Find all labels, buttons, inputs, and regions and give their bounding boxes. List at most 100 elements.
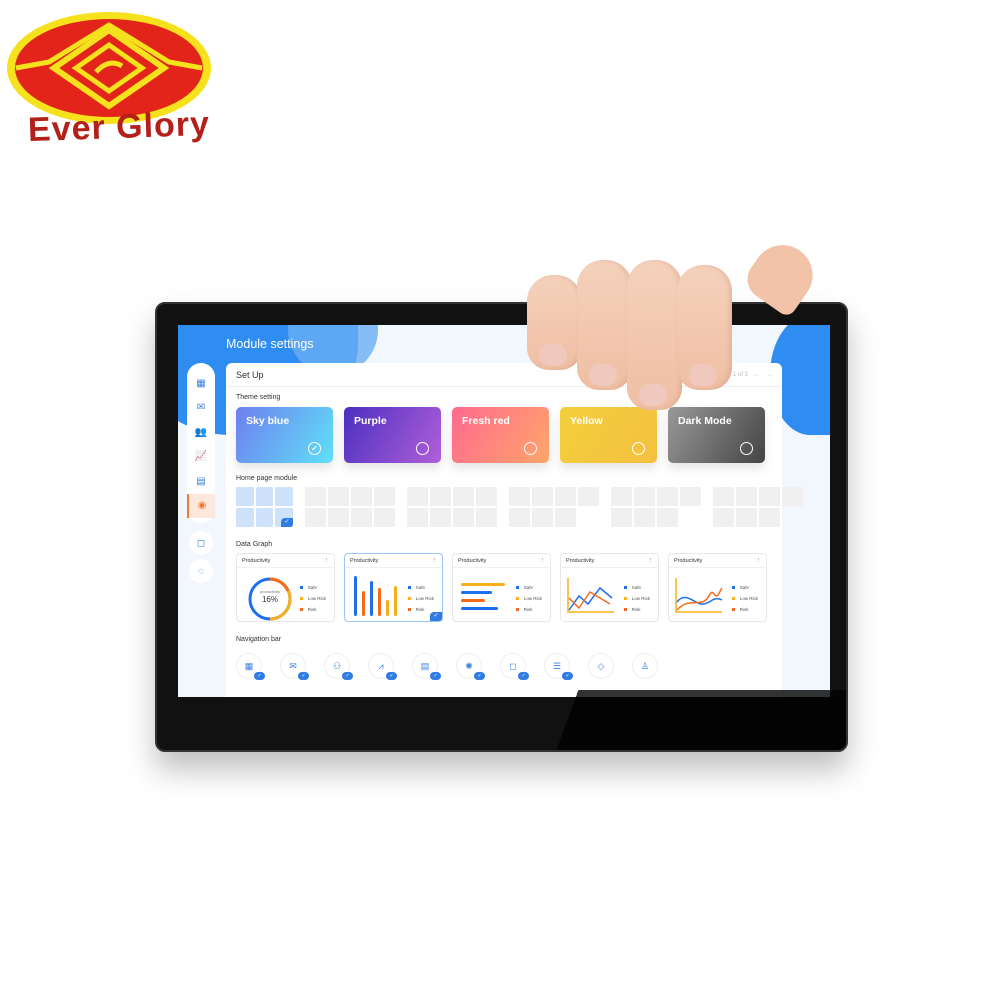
theme-card[interactable]: Purple [344, 407, 441, 463]
calendar-icon: ▤ [420, 660, 430, 671]
chat-icon: ◌ [198, 565, 204, 577]
sidebar-item-chat[interactable]: ◌ [189, 559, 213, 583]
sidebar-item-users[interactable]: 👥 [187, 420, 215, 445]
check-icon: ✓ [386, 672, 397, 680]
chart-icon: ⩘ [378, 660, 384, 671]
nav-option-dashboard[interactable]: ▦ ✓ [236, 653, 265, 680]
check-icon: ✓ [562, 672, 573, 680]
bar [378, 588, 381, 616]
more-icon[interactable]: ⋮ [648, 558, 654, 564]
nav-option-users[interactable]: ⚇ ✓ [324, 653, 353, 680]
settings-icon: ✺ [465, 660, 473, 671]
section-graph: Data Graph [236, 541, 273, 548]
graph-title: Productivity [674, 558, 703, 564]
note-icon: ◻ [196, 537, 206, 549]
more-icon[interactable]: ⋮ [540, 558, 546, 564]
legend-item: Risk [515, 604, 542, 615]
check-icon: ✓ [298, 672, 309, 680]
sidebar-item-note[interactable]: ◻ [189, 531, 213, 555]
nav-option-note[interactable]: ◻ ✓ [500, 653, 529, 680]
logo-text: Ever Glory [27, 104, 211, 150]
legend-item: Risk [623, 604, 650, 615]
section-nav: Navigation bar [236, 636, 282, 643]
theme-label: Dark Mode [678, 415, 732, 427]
dashboard-icon: ▦ [196, 377, 206, 389]
legend-item: Low Risk [731, 593, 758, 604]
more-icon[interactable]: ⋮ [324, 558, 330, 564]
sidebar-item-dashboard[interactable]: ▦ [187, 371, 215, 396]
graph-card-donut[interactable]: Productivity ⋮ productivity 16% Safe Low Risk… [236, 553, 335, 622]
section-home: Home page module [236, 475, 298, 482]
legend-item: Safe [623, 582, 650, 593]
legend-item: Safe [407, 582, 434, 593]
settings-icon: ◉ [197, 500, 207, 512]
more-icon[interactable]: ⋮ [756, 558, 762, 564]
sidebar-item-mail[interactable]: ✉ [187, 396, 215, 421]
arrow-right-icon[interactable]: → [766, 372, 772, 378]
check-icon: ✓ [518, 672, 529, 680]
legend-item: Low Risk [515, 593, 542, 604]
check-icon: ✓ [281, 518, 293, 527]
note-icon: ◻ [509, 660, 517, 671]
mail-icon: ✉ [196, 402, 206, 414]
layout-option[interactable] [305, 487, 395, 527]
chat-icon: ☰ [552, 660, 562, 671]
legend-item: Low Risk [623, 593, 650, 604]
graph-card-bars[interactable]: Productivity ⋮ Safe Low Risk Risk ✓ [344, 553, 443, 622]
theme-card[interactable]: Sky blue ✓ [236, 407, 333, 463]
sidebar: ▦ ✉ 👥 📈 ▤ ◉ [187, 363, 215, 523]
bar [370, 581, 373, 616]
nav-option-user[interactable]: ♙ [632, 653, 658, 679]
theme-label: Yellow [570, 415, 603, 427]
graph-title: Productivity [242, 558, 271, 564]
legend-item: Risk [731, 604, 758, 615]
sidebar-item-calendar[interactable]: ▤ [187, 469, 215, 494]
layout-option[interactable] [407, 487, 497, 527]
dashboard-icon: ▦ [244, 660, 254, 671]
radio-icon[interactable] [416, 442, 429, 455]
nav-option-tag[interactable]: ◇ [588, 653, 614, 679]
nav-option-settings[interactable]: ✺ ✓ [456, 653, 485, 680]
sidebar-item-chart[interactable]: 📈 [187, 445, 215, 470]
nav-option-chart[interactable]: ⩘ ✓ [368, 653, 397, 680]
theme-card[interactable]: Yellow [560, 407, 657, 463]
radio-icon[interactable] [632, 442, 645, 455]
radio-icon[interactable] [740, 442, 753, 455]
donut-value: 16% [261, 595, 278, 604]
layout-option[interactable]: ✓ [236, 487, 293, 527]
layout-option[interactable] [713, 487, 803, 527]
graph-card-line[interactable]: Productivity ⋮ Safe Low Risk Risk [560, 553, 659, 622]
setup-panel: Set Up 1 of 3 ← → Theme setting Sky blue ✓ P… [226, 363, 803, 697]
legend-item: Safe [515, 582, 542, 593]
radio-icon[interactable] [524, 442, 537, 455]
check-icon: ✓ [474, 672, 485, 680]
theme-label: Sky blue [246, 415, 290, 427]
layout-option[interactable] [509, 487, 599, 527]
more-icon[interactable]: ⋮ [432, 558, 438, 564]
arrow-left-icon[interactable]: ← [754, 372, 760, 378]
graph-title: Productivity [350, 558, 379, 564]
theme-card[interactable]: Fresh red [452, 407, 549, 463]
nav-option-chat[interactable]: ☰ ✓ [544, 653, 573, 680]
check-icon: ✓ [254, 672, 265, 680]
graph-card-curve[interactable]: Productivity ⋮ Safe Low Risk Risk [668, 553, 767, 622]
graph-title: Productivity [566, 558, 595, 564]
tag-icon: ◇ [597, 660, 605, 671]
page-title: Module settings [226, 337, 314, 351]
bar [386, 600, 389, 616]
layout-option[interactable] [611, 487, 701, 527]
theme-card[interactable]: Dark Mode [668, 407, 765, 463]
bar [394, 586, 397, 616]
check-circle-icon[interactable]: ✓ [308, 442, 321, 455]
chart-icon: 📈 [194, 451, 208, 463]
calendar-icon: ▤ [196, 475, 206, 487]
graph-title: Productivity [458, 558, 487, 564]
sidebar-item-settings[interactable]: ◉ [187, 493, 215, 518]
nav-option-calendar[interactable]: ▤ ✓ [412, 653, 441, 680]
theme-label: Fresh red [462, 415, 510, 427]
theme-label: Purple [354, 415, 387, 427]
nav-option-mail[interactable]: ✉ ✓ [280, 653, 309, 680]
graph-card-hbars[interactable]: Productivity ⋮ Safe Low Risk Risk [452, 553, 551, 622]
mail-icon: ✉ [289, 660, 297, 671]
users-icon: 👥 [194, 426, 208, 438]
